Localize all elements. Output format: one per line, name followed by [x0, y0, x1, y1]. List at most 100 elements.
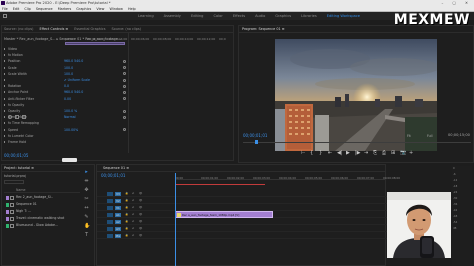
program-scrub-bar[interactable] [243, 142, 471, 143]
reset-icon[interactable] [123, 90, 126, 94]
type-tool-icon[interactable]: T [84, 233, 89, 238]
eye-icon[interactable]: 👁 [139, 220, 142, 223]
source-patch[interactable] [107, 220, 113, 224]
workspace-tab[interactable]: Color [213, 14, 222, 18]
effect-property-label[interactable]: Rotation [4, 84, 21, 88]
menu-view[interactable]: View [96, 7, 104, 11]
lock-icon[interactable]: 🔒 [125, 234, 128, 237]
effect-property-label[interactable]: Speed [4, 128, 18, 132]
reset-icon[interactable] [123, 128, 126, 132]
razor-tool-icon[interactable]: ✂ [84, 197, 89, 202]
effect-property-label[interactable]: fx Lumetri Color [4, 134, 34, 138]
go-to-in-icon[interactable]: } [319, 150, 322, 156]
menu-graphics[interactable]: Graphics [76, 7, 91, 11]
menu-clip[interactable]: Clip [24, 7, 30, 11]
add-button-icon[interactable]: + [409, 150, 413, 156]
reset-icon[interactable] [123, 109, 126, 113]
camera-icon[interactable]: 📷 [400, 150, 406, 156]
track-target[interactable]: V3 [115, 192, 121, 196]
reset-icon[interactable] [123, 115, 126, 119]
effect-property-label[interactable]: fx Motion [4, 53, 23, 57]
property-value[interactable]: ✔ Uniform Scale [64, 78, 90, 82]
effect-controls-tab[interactable]: Source: (no clips) [112, 27, 141, 31]
zoom-level-select[interactable]: Fit [407, 134, 411, 138]
property-value[interactable]: 0.00 [64, 97, 71, 101]
twirl-icon[interactable] [4, 60, 6, 63]
reset-icon[interactable] [123, 78, 126, 82]
effect-property-label[interactable]: fx Time Remapping [4, 121, 39, 125]
twirl-icon[interactable] [4, 66, 6, 69]
track-select-icon[interactable]: ⇹ [84, 179, 89, 184]
mark-out-icon[interactable]: { [310, 150, 313, 156]
track-target[interactable]: V2 [115, 199, 121, 203]
eye-icon[interactable]: 👁 [139, 192, 142, 195]
reset-icon[interactable] [123, 59, 126, 63]
video-clip[interactable]: Rec a_aun_footage_Siam_1080p.mp4 [V] [175, 211, 273, 218]
menu-markers[interactable]: Markers [58, 7, 72, 11]
effect-controls-tab[interactable]: Essential Graphics [74, 27, 105, 31]
project-search-input[interactable] [4, 180, 24, 184]
twirl-icon[interactable] [4, 54, 6, 57]
workspace-tab[interactable]: Audio [255, 14, 265, 18]
sync-icon[interactable]: ⇄ [132, 213, 134, 216]
property-value[interactable]: Normal [64, 115, 76, 119]
play-icon[interactable]: ▶ [346, 150, 350, 156]
twirl-icon[interactable] [4, 91, 6, 94]
twirl-icon[interactable] [4, 48, 6, 50]
source-patch[interactable] [107, 213, 113, 217]
property-value[interactable]: 960.0 540.0 [64, 59, 83, 63]
eye-icon[interactable]: 👁 [139, 199, 142, 202]
lock-icon[interactable]: 🔒 [125, 199, 128, 202]
workspace-tab[interactable]: Libraries [301, 14, 317, 18]
ellipse-mask-icon[interactable] [8, 115, 12, 119]
compare-icon[interactable]: ⊞ [391, 150, 395, 156]
property-value[interactable]: 100.0 [64, 72, 73, 76]
go-to-out-icon[interactable]: ⇤ [328, 150, 332, 156]
effect-property-label[interactable]: Scale Width [4, 72, 27, 76]
ripple-edit-icon[interactable]: ✥ [84, 188, 89, 193]
effect-property-label[interactable]: Anchor Point [4, 90, 28, 94]
hand-tool-icon[interactable]: ✋ [84, 224, 90, 229]
effect-property-label[interactable]: fx Opacity [4, 103, 24, 107]
sync-icon[interactable]: ⇄ [132, 192, 134, 195]
twirl-icon[interactable] [4, 97, 6, 100]
twirl-icon[interactable] [4, 128, 6, 131]
effect-property-label[interactable] [4, 78, 8, 82]
effect-property-label[interactable]: Position [4, 59, 20, 63]
effect-property-label[interactable]: Opacity [4, 109, 20, 113]
track-target[interactable]: A1 [115, 213, 121, 217]
menu-help[interactable]: Help [128, 7, 136, 11]
keyframe-navigator[interactable] [62, 158, 77, 162]
property-value[interactable]: 100.0 % [64, 109, 77, 113]
reset-icon[interactable] [123, 84, 126, 88]
workspace-tab[interactable]: Editing Workspace [327, 14, 360, 18]
step-back-icon[interactable]: ◀| [337, 150, 343, 156]
menu-file[interactable]: File [2, 7, 8, 11]
effect-property-label[interactable]: Anti-flicker Filter [4, 97, 34, 101]
lift-icon[interactable]: ⎘ [373, 150, 377, 156]
workspace-tab[interactable]: Assembly [164, 14, 181, 18]
property-value[interactable]: 100.00% [64, 128, 78, 132]
twirl-icon[interactable] [4, 116, 6, 119]
twirl-icon[interactable] [4, 141, 6, 143]
program-monitor-title[interactable]: Program: Sequence 01 ≡ [239, 26, 473, 33]
twirl-icon[interactable] [4, 103, 6, 106]
sync-icon[interactable]: ⇄ [132, 199, 134, 202]
source-patch[interactable] [107, 199, 113, 203]
workspace-tab[interactable]: Learning [138, 14, 154, 18]
twirl-icon[interactable] [4, 72, 6, 75]
menu-sequence[interactable]: Sequence [36, 7, 53, 11]
workspace-tab[interactable]: Editing [191, 14, 204, 18]
pen-mask-icon[interactable] [22, 115, 26, 119]
lock-icon[interactable]: 🔒 [125, 206, 128, 209]
eye-icon[interactable]: 👁 [139, 213, 142, 216]
source-patch[interactable] [107, 227, 113, 231]
panel-divider[interactable] [128, 33, 129, 153]
timeline-timecode[interactable]: 00;00;01;01 [101, 173, 125, 178]
eye-icon[interactable]: 👁 [139, 234, 142, 237]
work-area-bar[interactable] [175, 184, 265, 185]
selection-tool-icon[interactable]: ▸ [84, 170, 89, 175]
timeline-ruler[interactable]: 00;00 00;00;01;00 00;00;02;00 00;00;03;00 00… [175, 174, 400, 180]
menu-edit[interactable]: Edit [13, 7, 20, 11]
lock-icon[interactable]: 🔒 [125, 192, 128, 195]
